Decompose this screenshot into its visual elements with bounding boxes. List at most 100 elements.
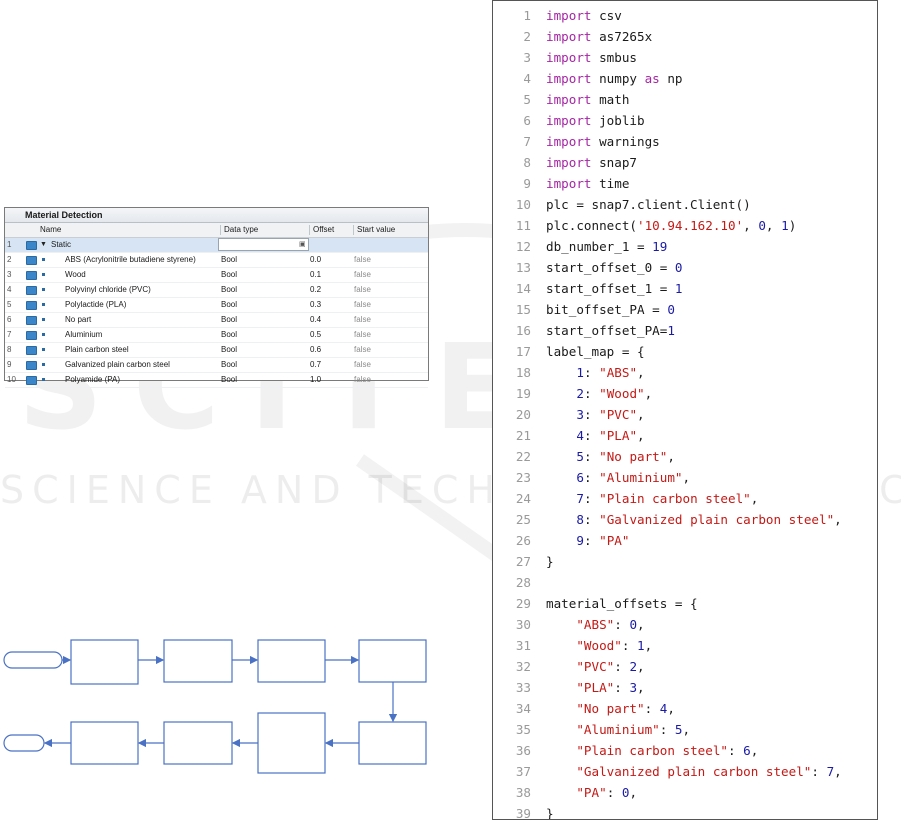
code-text: 8: "Galvanized plain carbon steel", <box>576 512 842 527</box>
row-number: 4 <box>7 285 12 294</box>
row-offset: 0.0 <box>310 255 322 264</box>
line-number: 8 <box>523 155 531 170</box>
line-number: 24 <box>515 491 531 506</box>
row-start-value[interactable]: false <box>354 358 371 372</box>
line-number: 21 <box>515 428 531 443</box>
code-text: } <box>546 806 554 820</box>
table-header-row: Name Data type Offset Start value <box>5 223 428 238</box>
code-line: 23 6: "Aluminium", <box>493 467 877 488</box>
row-start-value[interactable]: false <box>354 253 371 267</box>
code-editor[interactable]: 1 import csv 2 import as7265x 3 import smbus 4… <box>492 0 878 820</box>
row-name: ABS (Acrylonitrile butadiene styrene) <box>65 255 196 264</box>
line-number: 36 <box>515 743 531 758</box>
line-number: 10 <box>515 197 531 212</box>
flow-box-6 <box>257 712 326 774</box>
line-number: 32 <box>515 659 531 674</box>
code-text: "PLA": 3, <box>576 680 645 695</box>
db-tag-icon <box>26 331 37 340</box>
table-row[interactable]: 10 Polyamide (PA) Bool 1.0 false <box>5 373 428 388</box>
line-number: 3 <box>523 50 531 65</box>
row-start-value[interactable]: false <box>354 313 371 327</box>
code-text: 7: "Plain carbon steel", <box>576 491 759 506</box>
table-row[interactable]: 2 ABS (Acrylonitrile butadiene styrene) Bo… <box>5 253 428 268</box>
row-number: 10 <box>7 375 16 384</box>
line-number: 20 <box>515 407 531 422</box>
row-start-value[interactable]: false <box>354 298 371 312</box>
code-text: "Galvanized plain carbon steel": 7, <box>576 764 842 779</box>
row-name: Static <box>51 240 72 249</box>
code-text: plc = snap7.client.Client() <box>546 197 751 212</box>
line-number: 4 <box>523 71 531 86</box>
table-row[interactable]: 9 Galvanized plain carbon steel Bool 0.7 fal… <box>5 358 428 373</box>
row-start-value[interactable]: false <box>354 268 371 282</box>
dropdown-icon[interactable]: ▣ <box>299 238 306 252</box>
row-offset: 0.2 <box>310 285 322 294</box>
code-text: "Aluminium": 5, <box>576 722 691 737</box>
code-text: db_number_1 = 19 <box>546 239 668 254</box>
code-line: 15 bit_offset_PA = 0 <box>493 299 877 320</box>
row-start-value[interactable]: false <box>354 283 371 297</box>
line-number: 12 <box>515 239 531 254</box>
table-row[interactable]: 6 No part Bool 0.4 false <box>5 313 428 328</box>
line-number: 1 <box>523 8 531 23</box>
line-number: 18 <box>515 365 531 380</box>
header-start-value[interactable]: Start value <box>357 223 395 237</box>
row-start-value[interactable]: false <box>354 343 371 357</box>
row-offset: 0.3 <box>310 300 322 309</box>
code-text: 6: "Aluminium", <box>576 470 691 485</box>
code-line: 8 import snap7 <box>493 152 877 173</box>
data-type-field[interactable] <box>218 238 309 251</box>
code-line: 17 label_map = { <box>493 341 877 362</box>
table-row[interactable]: 5 Polylactide (PLA) Bool 0.3 false <box>5 298 428 313</box>
code-line: 37 "Galvanized plain carbon steel": 7, <box>493 761 877 782</box>
header-offset[interactable]: Offset <box>313 223 334 237</box>
line-number: 29 <box>515 596 531 611</box>
code-line: 33 "PLA": 3, <box>493 677 877 698</box>
code-line: 5 import math <box>493 89 877 110</box>
line-number: 37 <box>515 764 531 779</box>
line-number: 14 <box>515 281 531 296</box>
row-start-value[interactable]: false <box>354 373 371 387</box>
line-number: 26 <box>515 533 531 548</box>
line-number: 13 <box>515 260 531 275</box>
row-number: 9 <box>7 360 12 369</box>
line-number: 19 <box>515 386 531 401</box>
table-row-static[interactable]: 1 ▼ Static ▣ <box>5 238 428 253</box>
code-text: "No part": 4, <box>576 701 675 716</box>
code-text: import joblib <box>546 113 645 128</box>
row-offset: 0.4 <box>310 315 322 324</box>
code-text: start_offset_1 = 1 <box>546 281 683 296</box>
header-data-type[interactable]: Data type <box>224 223 258 237</box>
row-data-type: Bool <box>221 270 238 279</box>
line-number: 2 <box>523 29 531 44</box>
collapse-triangle-icon[interactable]: ▼ <box>40 238 47 252</box>
code-text: bit_offset_PA = 0 <box>546 302 675 317</box>
flow-end-terminal <box>3 734 45 752</box>
row-start-value[interactable]: false <box>354 328 371 342</box>
code-text: plc.connect('10.94.162.10', 0, 1) <box>546 218 797 233</box>
code-line: 38 "PA": 0, <box>493 782 877 803</box>
code-text: 5: "No part", <box>576 449 675 464</box>
table-row[interactable]: 7 Aluminium Bool 0.5 false <box>5 328 428 343</box>
line-number: 30 <box>515 617 531 632</box>
code-line: 31 "Wood": 1, <box>493 635 877 656</box>
line-number: 31 <box>515 638 531 653</box>
table-row[interactable]: 4 Polyvinyl chloride (PVC) Bool 0.2 false <box>5 283 428 298</box>
flow-box-5 <box>358 721 427 765</box>
db-tag-icon <box>26 241 37 250</box>
row-offset: 0.6 <box>310 345 322 354</box>
flow-box-1 <box>70 639 139 685</box>
code-text: import as7265x <box>546 29 653 44</box>
header-name[interactable]: Name <box>40 223 61 237</box>
code-text: "Wood": 1, <box>576 638 653 653</box>
code-line: 35 "Aluminium": 5, <box>493 719 877 740</box>
row-name: Plain carbon steel <box>65 345 129 354</box>
code-line: 9 import time <box>493 173 877 194</box>
line-number: 27 <box>515 554 531 569</box>
code-line: 26 9: "PA" <box>493 530 877 551</box>
code-line: 34 "No part": 4, <box>493 698 877 719</box>
code-line: 4 import numpy as np <box>493 68 877 89</box>
table-row[interactable]: 8 Plain carbon steel Bool 0.6 false <box>5 343 428 358</box>
table-row[interactable]: 3 Wood Bool 0.1 false <box>5 268 428 283</box>
line-number: 9 <box>523 176 531 191</box>
